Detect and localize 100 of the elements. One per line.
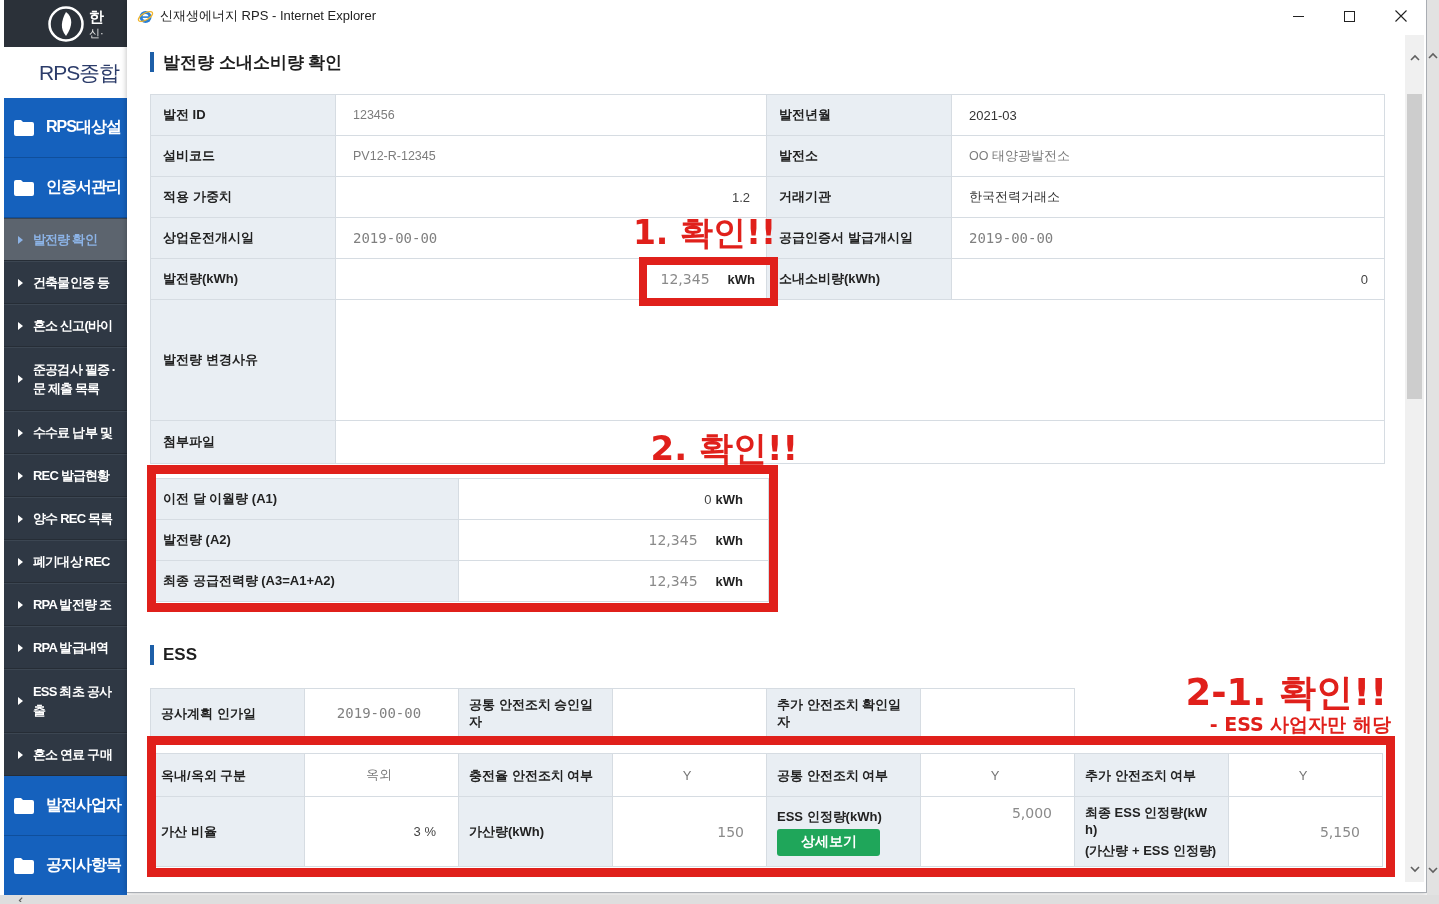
logo-text: 한: [89, 8, 104, 25]
menu-item[interactable]: 건축물인증 등: [4, 261, 127, 304]
field-value: 1.2: [731, 189, 750, 205]
caret-icon: [18, 471, 23, 480]
menu-group[interactable]: RPS대상설: [4, 98, 127, 158]
folder-icon: [14, 797, 34, 814]
menu-item[interactable]: RPA 발전량 조: [4, 583, 127, 626]
menu-group[interactable]: 발전사업자: [4, 776, 127, 836]
field-value: 2019-00-00: [336, 705, 422, 721]
menu-group[interactable]: 공지사항목: [4, 836, 127, 896]
field-value: 한국전력거래소: [969, 188, 1060, 206]
field-label: 발전년월: [767, 95, 952, 136]
menu-item[interactable]: REC 발급현황: [4, 454, 127, 497]
field-label: ESS 인정량(kWh): [777, 807, 882, 825]
field-value: 2021-03: [969, 107, 1017, 123]
field-value: 0: [704, 491, 712, 507]
unit-label: kWh: [715, 533, 743, 548]
field-value: Y: [990, 767, 1000, 783]
unit-label: kWh: [715, 574, 743, 589]
field-value: 2019-00-00: [969, 230, 1054, 246]
field-label: 충전율 안전조치 여부: [469, 766, 594, 784]
emblem-icon: [48, 5, 84, 42]
field-label: 공통 안전조치 여부: [777, 766, 889, 784]
scroll-down-icon[interactable]: [1409, 865, 1420, 873]
scroll-up-icon[interactable]: [1409, 54, 1420, 62]
field-label: 공사계획 인가일: [161, 704, 256, 722]
caret-icon: [18, 278, 23, 287]
scroll-up-icon[interactable]: [1428, 52, 1438, 60]
field-label: 추가 안전조치 확인일자: [777, 696, 903, 730]
folder-icon: [14, 119, 34, 136]
caret-icon: [18, 321, 23, 330]
field-label: 소내소비량(kWh): [767, 259, 952, 300]
field-label: 발전소: [767, 136, 952, 177]
field-label: 발전량 변경사유: [151, 300, 336, 421]
field-label: 상업운전개시일: [151, 218, 336, 259]
field-value: Y: [1298, 767, 1308, 783]
caret-icon: [18, 557, 23, 566]
window-title: 신재생에너지 RPS - Internet Explorer: [160, 7, 376, 25]
field-label: 옥내/옥외 구분: [161, 766, 247, 784]
field-label: 발전 ID: [151, 95, 336, 136]
field-value: 5,000: [1011, 805, 1052, 821]
field-value: 3 %: [413, 824, 436, 839]
field-label-note: (가산량 + ESS 인정량): [1085, 842, 1217, 859]
field-value: 5,150: [1319, 823, 1360, 840]
menu-item[interactable]: 폐기대상 REC: [4, 540, 127, 583]
field-value: 12,345: [648, 573, 698, 589]
field-value: 123456: [353, 108, 395, 122]
maximize-icon: [1344, 10, 1355, 22]
field-label: 가산량(kWh): [469, 823, 545, 840]
menu-item[interactable]: 준공검사 필증 · 문 제출 목록: [4, 347, 127, 411]
vertical-scrollbar[interactable]: [1427, 0, 1439, 895]
field-label: 추가 안전조치 여부: [1085, 766, 1197, 784]
close-icon: [1394, 10, 1407, 22]
field-label: 발전량(kWh): [151, 259, 336, 300]
annotation-text: 2. 확인!!: [650, 431, 798, 465]
caret-icon: [18, 428, 23, 437]
minimize-icon: [1293, 15, 1304, 17]
caret-icon: [18, 235, 23, 244]
horizontal-scrollbar[interactable]: [0, 895, 1439, 904]
field-label: 적용 가중치: [151, 177, 336, 218]
field-value: 2019-00-00: [353, 230, 438, 246]
field-value: OO 태양광발전소: [969, 147, 1070, 165]
menu-item[interactable]: 수수료 납부 및: [4, 411, 127, 454]
menu-item[interactable]: 양수 REC 목록: [4, 497, 127, 540]
scroll-down-icon[interactable]: [1428, 866, 1438, 874]
section-heading: ESS: [150, 645, 198, 665]
field-value: 12,345: [648, 532, 698, 548]
menu-item[interactable]: 혼소 연료 구매: [4, 733, 127, 776]
menu-item[interactable]: RPA 발급내역: [4, 626, 127, 669]
section-heading: 발전량 소내소비량 확인: [150, 52, 343, 72]
caret-icon: [18, 375, 23, 383]
annotation-note: - ESS 사업자만 해당: [1209, 713, 1391, 735]
caret-icon: [18, 750, 23, 759]
field-value: 0: [1360, 271, 1368, 287]
menu-group[interactable]: 인증서관리: [4, 158, 127, 218]
field-value: Y: [682, 767, 692, 783]
field-value: 150: [717, 823, 744, 840]
scroll-left-icon[interactable]: [18, 896, 25, 903]
field-label: 첨부파일: [151, 421, 336, 464]
unit-label: kWh: [715, 491, 743, 507]
field-label: 공통 안전조치 승인일자: [469, 696, 595, 730]
site-title: RPS종합: [4, 47, 127, 98]
field-label: 최종 ESS 인정량(kWh): [1085, 804, 1209, 838]
caret-icon: [18, 643, 23, 652]
field-value: 12,345: [660, 271, 710, 287]
caret-icon: [18, 697, 23, 705]
folder-icon: [14, 179, 34, 196]
menu-item[interactable]: 혼소 신고(바이: [4, 304, 127, 347]
menu-item[interactable]: ESS 최초 공사 출: [4, 669, 127, 733]
field-value: 옥외: [366, 766, 392, 784]
caret-icon: [18, 600, 23, 609]
vertical-scrollbar[interactable]: [1405, 35, 1424, 882]
field-label: 거래기관: [767, 177, 952, 218]
annotation-text: 2-1. 확인!!: [1185, 674, 1387, 711]
caret-icon: [18, 514, 23, 523]
unit-label: kWh: [727, 272, 755, 287]
field-value: PV12-R-12345: [353, 149, 436, 163]
scrollbar-thumb[interactable]: [1407, 94, 1422, 399]
logo-subtext: 신·: [89, 26, 104, 39]
field-label: 설비코드: [151, 136, 336, 177]
